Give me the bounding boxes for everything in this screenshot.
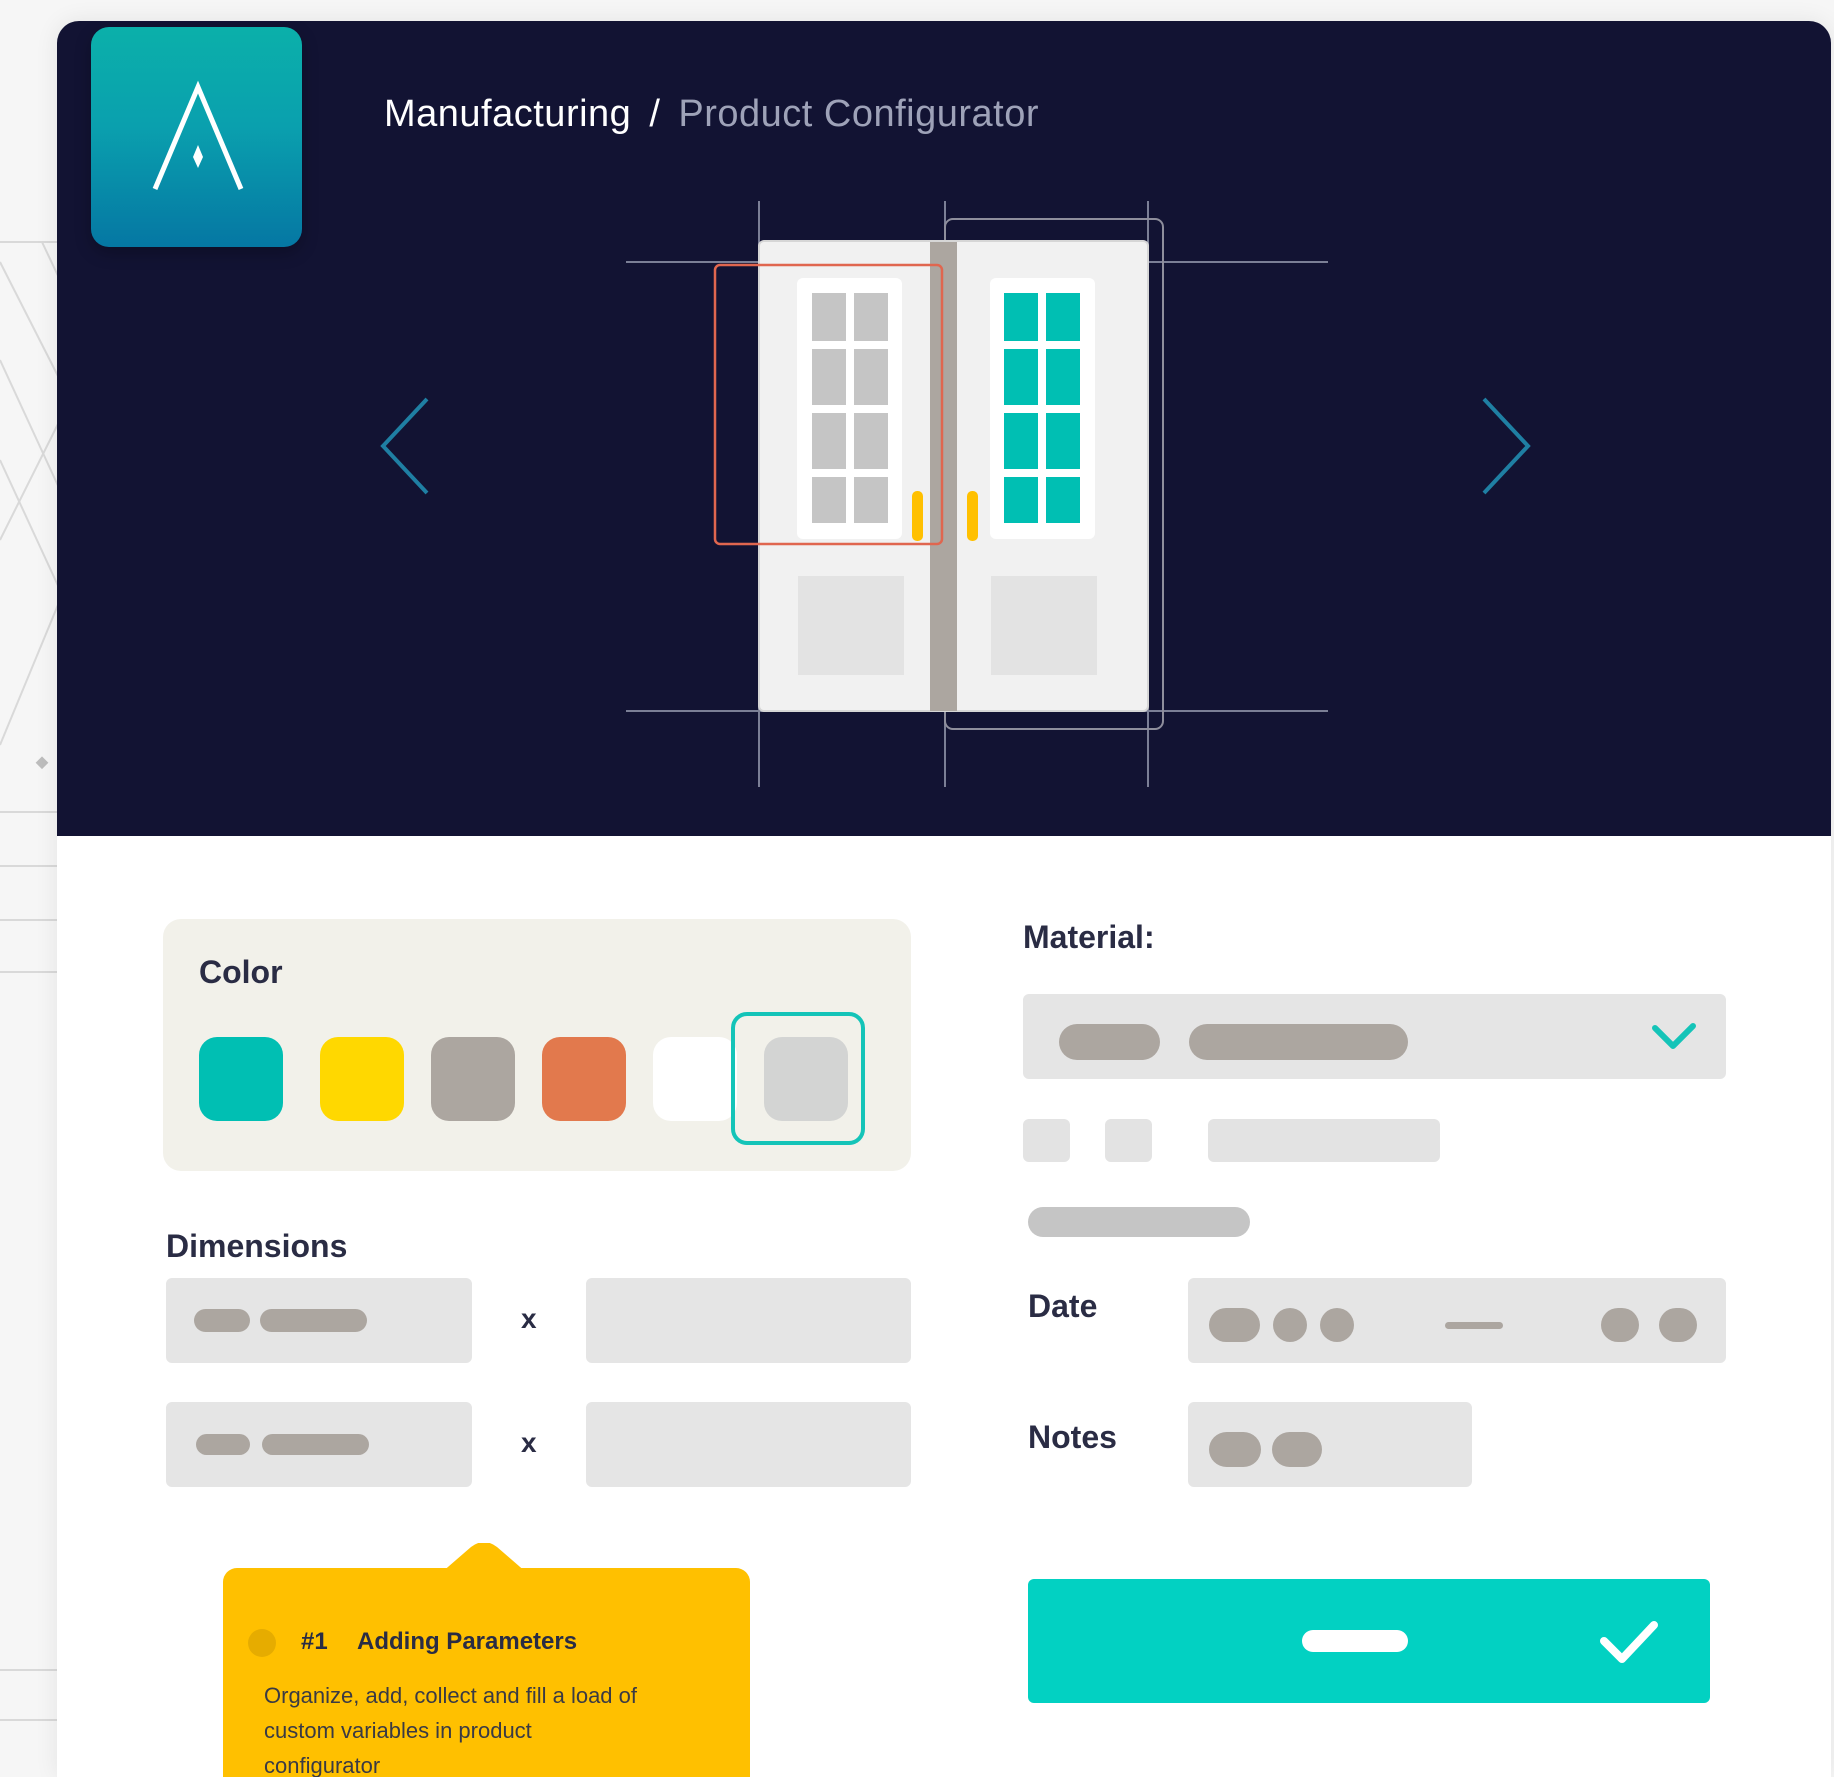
value-placeholder bbox=[1189, 1024, 1408, 1060]
chevron-down-icon[interactable] bbox=[1651, 1022, 1697, 1054]
material-label: Material: bbox=[1023, 919, 1155, 955]
value-placeholder bbox=[1601, 1308, 1639, 1342]
a-logo-icon bbox=[152, 80, 244, 190]
date-label: Date bbox=[1028, 1288, 1098, 1324]
product-preview: Manufacturing / Product Configurator bbox=[57, 21, 1831, 836]
dimension-depth-input[interactable] bbox=[166, 1402, 472, 1487]
configurator-card: Manufacturing / Product Configurator Color… bbox=[57, 21, 1831, 1777]
notes-label: Notes bbox=[1028, 1419, 1117, 1455]
value-placeholder bbox=[260, 1309, 367, 1332]
dimension-height-input[interactable] bbox=[586, 1278, 911, 1363]
check-icon bbox=[1600, 1621, 1658, 1663]
button-label-placeholder bbox=[1302, 1630, 1408, 1652]
chevron-left-icon[interactable] bbox=[375, 391, 435, 501]
option-placeholder[interactable] bbox=[1208, 1119, 1440, 1162]
value-placeholder bbox=[1209, 1432, 1261, 1467]
value-placeholder bbox=[1273, 1308, 1307, 1342]
color-swatch-yellow[interactable] bbox=[320, 1037, 404, 1121]
text-placeholder bbox=[1028, 1207, 1250, 1237]
breadcrumb: Manufacturing / Product Configurator bbox=[384, 93, 1039, 136]
option-placeholder[interactable] bbox=[1023, 1119, 1070, 1162]
dimensions-label: Dimensions bbox=[166, 1228, 348, 1264]
tooltip-title: Adding Parameters bbox=[357, 1628, 578, 1655]
color-swatch-gray[interactable] bbox=[431, 1037, 515, 1121]
color-swatch-orange[interactable] bbox=[542, 1037, 626, 1121]
value-placeholder bbox=[1059, 1024, 1160, 1060]
color-panel: Color bbox=[163, 919, 911, 1171]
tooltip-description: Organize, add, collect and fill a load o… bbox=[264, 1683, 638, 1777]
option-placeholder[interactable] bbox=[1105, 1119, 1152, 1162]
dimension-separator: x bbox=[521, 1303, 537, 1334]
color-label: Color bbox=[199, 954, 283, 990]
value-placeholder bbox=[1209, 1308, 1260, 1342]
dimension-width-input[interactable] bbox=[166, 1278, 472, 1363]
value-placeholder bbox=[194, 1309, 250, 1332]
breadcrumb-separator: / bbox=[649, 93, 661, 135]
color-swatch-teal[interactable] bbox=[199, 1037, 283, 1121]
chevron-right-icon[interactable] bbox=[1476, 391, 1536, 501]
value-placeholder bbox=[262, 1434, 369, 1455]
color-swatch-light-gray[interactable] bbox=[764, 1037, 848, 1121]
date-input[interactable] bbox=[1188, 1278, 1726, 1363]
dimension-length-input[interactable] bbox=[586, 1402, 911, 1487]
logo[interactable] bbox=[91, 27, 302, 247]
date-range-dash bbox=[1445, 1322, 1503, 1329]
color-swatch-white[interactable] bbox=[653, 1037, 737, 1121]
value-placeholder bbox=[196, 1434, 250, 1455]
breadcrumb-current: Product Configurator bbox=[678, 93, 1040, 135]
notes-input[interactable] bbox=[1188, 1402, 1472, 1487]
onboarding-tooltip: #1 Adding Parameters Organize, add, coll… bbox=[223, 1543, 750, 1777]
tooltip-step-number: #1 bbox=[301, 1628, 328, 1655]
tooltip-body: #1 Adding Parameters Organize, add, coll… bbox=[223, 1568, 750, 1777]
submit-button[interactable] bbox=[1028, 1579, 1710, 1703]
material-dropdown[interactable] bbox=[1023, 994, 1726, 1079]
value-placeholder bbox=[1272, 1432, 1322, 1467]
value-placeholder bbox=[1320, 1308, 1354, 1342]
tooltip-step-dot bbox=[248, 1629, 276, 1657]
value-placeholder bbox=[1659, 1308, 1697, 1342]
breadcrumb-root[interactable]: Manufacturing bbox=[384, 93, 631, 135]
dimension-separator: x bbox=[521, 1427, 537, 1458]
door-preview-illustration bbox=[626, 201, 1328, 787]
